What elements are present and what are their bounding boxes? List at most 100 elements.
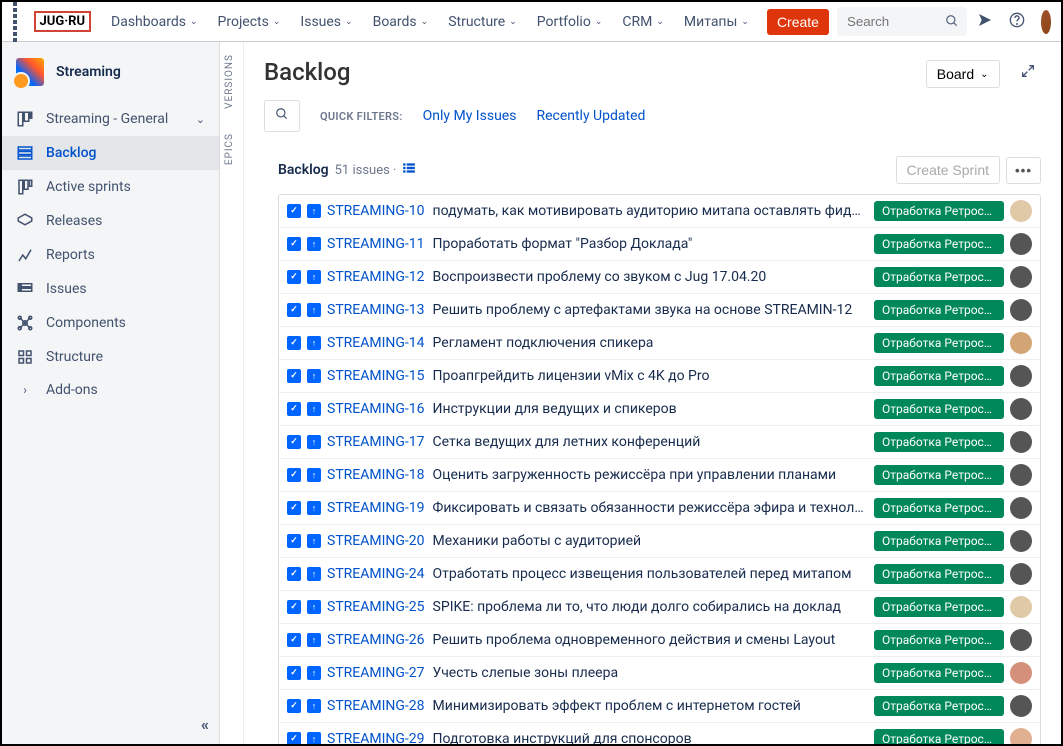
assignee-avatar[interactable]	[1010, 728, 1032, 744]
assignee-avatar[interactable]	[1010, 530, 1032, 552]
assignee-avatar[interactable]	[1010, 233, 1032, 255]
board-selector[interactable]: Streaming - General ⌄	[2, 102, 219, 136]
assignee-avatar[interactable]	[1010, 266, 1032, 288]
issue-epic-label[interactable]: Отработка Ретросп...	[874, 564, 1004, 584]
issue-row[interactable]: ↑STREAMING-27Учесть слепые зоны плеераОт…	[279, 657, 1040, 690]
issue-key[interactable]: STREAMING-19	[327, 500, 425, 516]
issue-row[interactable]: ↑STREAMING-14Регламент подключения спике…	[279, 327, 1040, 360]
issue-epic-label[interactable]: Отработка Ретросп...	[874, 234, 1004, 254]
nav-митапы[interactable]: Митапы⌄	[676, 14, 757, 30]
sidebar-item-backlog[interactable]: Backlog	[2, 136, 219, 170]
issue-row[interactable]: ↑STREAMING-15Проапгрейдить лицензии vMix…	[279, 360, 1040, 393]
sidebar-item-components[interactable]: Components	[2, 306, 219, 340]
create-sprint-button[interactable]: Create Sprint	[896, 156, 1000, 184]
filter-only-my-issues[interactable]: Only My Issues	[423, 108, 517, 124]
issue-key[interactable]: STREAMING-25	[327, 599, 425, 615]
sidebar-item-sprints[interactable]: Active sprints	[2, 170, 219, 204]
issue-row[interactable]: ↑STREAMING-17Сетка ведущих для летних ко…	[279, 426, 1040, 459]
assignee-avatar[interactable]	[1010, 464, 1032, 486]
issue-epic-label[interactable]: Отработка Ретросп...	[874, 465, 1004, 485]
board-dropdown[interactable]: Board ⌄	[926, 60, 1000, 88]
logo[interactable]: JUG·RU	[34, 11, 92, 32]
issue-row[interactable]: ↑STREAMING-20Механики работы с аудиторие…	[279, 525, 1040, 558]
issue-row[interactable]: ↑STREAMING-26Решить проблема одновременн…	[279, 624, 1040, 657]
issue-epic-label[interactable]: Отработка Ретросп...	[874, 498, 1004, 518]
assignee-avatar[interactable]	[1010, 299, 1032, 321]
assignee-avatar[interactable]	[1010, 497, 1032, 519]
filter-recently-updated[interactable]: Recently Updated	[536, 108, 645, 124]
nav-issues[interactable]: Issues⌄	[292, 14, 360, 30]
issue-key[interactable]: STREAMING-12	[327, 269, 425, 285]
sidebar-item-releases[interactable]: Releases	[2, 204, 219, 238]
issue-epic-label[interactable]: Отработка Ретросп...	[874, 300, 1004, 320]
issue-key[interactable]: STREAMING-26	[327, 632, 425, 648]
issue-row[interactable]: ↑STREAMING-16Инструкции для ведущих и сп…	[279, 393, 1040, 426]
more-actions-button[interactable]: •••	[1006, 157, 1041, 184]
assignee-avatar[interactable]	[1010, 563, 1032, 585]
issue-key[interactable]: STREAMING-14	[327, 335, 425, 351]
nav-crm[interactable]: CRM⌄	[614, 14, 672, 30]
issue-key[interactable]: STREAMING-20	[327, 533, 425, 549]
issue-epic-label[interactable]: Отработка Ретросп...	[874, 201, 1004, 221]
issue-key[interactable]: STREAMING-28	[327, 698, 425, 714]
assignee-avatar[interactable]	[1010, 662, 1032, 684]
issue-row[interactable]: ↑STREAMING-18Оценить загруженность режис…	[279, 459, 1040, 492]
issue-key[interactable]: STREAMING-24	[327, 566, 425, 582]
issue-epic-label[interactable]: Отработка Ретросп...	[874, 531, 1004, 551]
assignee-avatar[interactable]	[1010, 431, 1032, 453]
assignee-avatar[interactable]	[1010, 365, 1032, 387]
nav-portfolio[interactable]: Portfolio⌄	[529, 14, 611, 30]
issue-row[interactable]: ↑STREAMING-13Решить проблему с артефакта…	[279, 294, 1040, 327]
issue-epic-label[interactable]: Отработка Ретросп...	[874, 399, 1004, 419]
issue-key[interactable]: STREAMING-16	[327, 401, 425, 417]
issue-key[interactable]: STREAMING-13	[327, 302, 425, 318]
sidebar-item-reports[interactable]: Reports	[2, 238, 219, 272]
sidebar-item-issues[interactable]: Issues	[2, 272, 219, 306]
filter-search-button[interactable]	[264, 100, 300, 132]
nav-boards[interactable]: Boards⌄	[365, 14, 437, 30]
assignee-avatar[interactable]	[1010, 398, 1032, 420]
issue-epic-label[interactable]: Отработка Ретросп...	[874, 432, 1004, 452]
issue-epic-label[interactable]: Отработка Ретросп...	[874, 696, 1004, 716]
project-header[interactable]: Streaming	[2, 42, 219, 102]
issue-key[interactable]: STREAMING-11	[327, 236, 425, 252]
issue-row[interactable]: ↑STREAMING-19Фиксировать и связать обяза…	[279, 492, 1040, 525]
create-button[interactable]: Create	[767, 9, 829, 35]
issue-key[interactable]: STREAMING-27	[327, 665, 425, 681]
fullscreen-button[interactable]	[1015, 58, 1041, 87]
issue-row[interactable]: ↑STREAMING-25SPIKE: проблема ли то, что …	[279, 591, 1040, 624]
issue-row[interactable]: ↑STREAMING-29Подготовка инструкций для с…	[279, 723, 1040, 744]
issue-epic-label[interactable]: Отработка Ретросп...	[874, 267, 1004, 287]
issue-epic-label[interactable]: Отработка Ретросп...	[874, 663, 1004, 683]
issue-key[interactable]: STREAMING-10	[327, 203, 425, 219]
issue-row[interactable]: ↑STREAMING-11Проработать формат "Разбор …	[279, 228, 1040, 261]
issue-row[interactable]: ↑STREAMING-12Воспроизвести проблему со з…	[279, 261, 1040, 294]
nav-structure[interactable]: Structure⌄	[440, 14, 525, 30]
tab-versions[interactable]: VERSIONS	[220, 42, 239, 121]
issue-key[interactable]: STREAMING-18	[327, 467, 425, 483]
issue-key[interactable]: STREAMING-15	[327, 368, 425, 384]
nav-dashboards[interactable]: Dashboards⌄	[103, 14, 205, 30]
issue-row[interactable]: ↑STREAMING-10подумать, как мотивировать …	[279, 195, 1040, 228]
switch-view-icon[interactable]	[402, 161, 416, 179]
sidebar-item-structure[interactable]: Structure	[2, 340, 219, 374]
issue-epic-label[interactable]: Отработка Ретросп...	[874, 366, 1004, 386]
assignee-avatar[interactable]	[1010, 596, 1032, 618]
assignee-avatar[interactable]	[1010, 332, 1032, 354]
issue-key[interactable]: STREAMING-17	[327, 434, 425, 450]
issue-epic-label[interactable]: Отработка Ретросп...	[874, 729, 1004, 744]
issue-key[interactable]: STREAMING-29	[327, 731, 425, 744]
tab-epics[interactable]: EPICS	[220, 121, 239, 177]
issue-row[interactable]: ↑STREAMING-28Минимизировать эффект пробл…	[279, 690, 1040, 723]
nav-projects[interactable]: Projects⌄	[210, 14, 289, 30]
assignee-avatar[interactable]	[1010, 629, 1032, 651]
user-avatar[interactable]	[1041, 10, 1051, 34]
help-icon[interactable]	[1009, 12, 1025, 32]
issue-epic-label[interactable]: Отработка Ретросп...	[874, 597, 1004, 617]
issue-epic-label[interactable]: Отработка Ретросп...	[874, 630, 1004, 650]
notifications-icon[interactable]	[977, 12, 993, 32]
collapse-sidebar-button[interactable]: «	[2, 705, 219, 744]
issue-epic-label[interactable]: Отработка Ретросп...	[874, 333, 1004, 353]
issue-row[interactable]: ↑STREAMING-24Отработать процесс извещени…	[279, 558, 1040, 591]
sidebar-item-addons[interactable]: ›Add-ons	[2, 374, 219, 406]
